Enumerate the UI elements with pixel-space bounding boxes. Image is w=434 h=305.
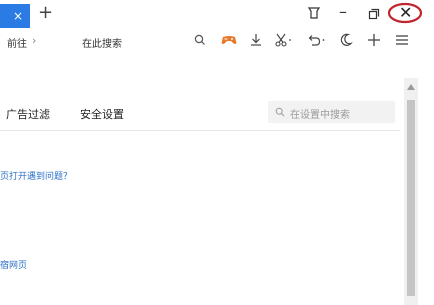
scrollbar[interactable] xyxy=(404,78,418,305)
chevron-right-icon: › xyxy=(32,34,37,47)
back-label[interactable]: 前往 xyxy=(7,35,27,50)
settings-search-input[interactable]: 在设置中搜索 xyxy=(268,101,395,123)
webpage-link[interactable]: 宿网页 xyxy=(0,258,27,271)
scroll-up-icon[interactable] xyxy=(407,84,415,90)
undo-icon[interactable] xyxy=(307,32,325,48)
skin-icon[interactable] xyxy=(307,5,321,24)
minimize-button[interactable]: – xyxy=(339,2,347,21)
title-bar: × + – ✕ xyxy=(0,0,434,30)
search-placeholder: 在设置中搜索 xyxy=(290,110,350,121)
nav-item-ad-filter[interactable]: 广告过滤 xyxy=(6,106,50,122)
browser-window: × + – ✕ 前往 › 在此搜索 广告过滤 安全设置 在设置中搜索 页打开遇到… xyxy=(0,0,434,305)
game-icon[interactable] xyxy=(220,32,237,48)
help-link[interactable]: 页打开遇到问题？ xyxy=(0,169,72,182)
search-label[interactable]: 在此搜索 xyxy=(82,35,122,50)
close-button[interactable]: ✕ xyxy=(387,2,423,24)
menu-icon[interactable] xyxy=(394,32,410,48)
new-tab-button[interactable]: + xyxy=(38,3,53,23)
restore-button[interactable] xyxy=(368,5,380,24)
download-icon[interactable] xyxy=(248,32,264,48)
tab-close-icon[interactable]: × xyxy=(13,9,23,23)
plus-icon[interactable] xyxy=(366,32,382,48)
address-toolbar: 前往 › 在此搜索 xyxy=(0,28,434,54)
nav-item-security[interactable]: 安全设置 xyxy=(80,106,124,122)
scissors-icon[interactable] xyxy=(274,32,291,48)
search-icon xyxy=(275,107,285,117)
active-tab[interactable]: × xyxy=(0,4,30,28)
search-icon[interactable] xyxy=(192,32,208,48)
scroll-thumb[interactable] xyxy=(407,100,415,296)
moon-icon[interactable] xyxy=(338,32,354,48)
close-icon: ✕ xyxy=(399,3,413,22)
